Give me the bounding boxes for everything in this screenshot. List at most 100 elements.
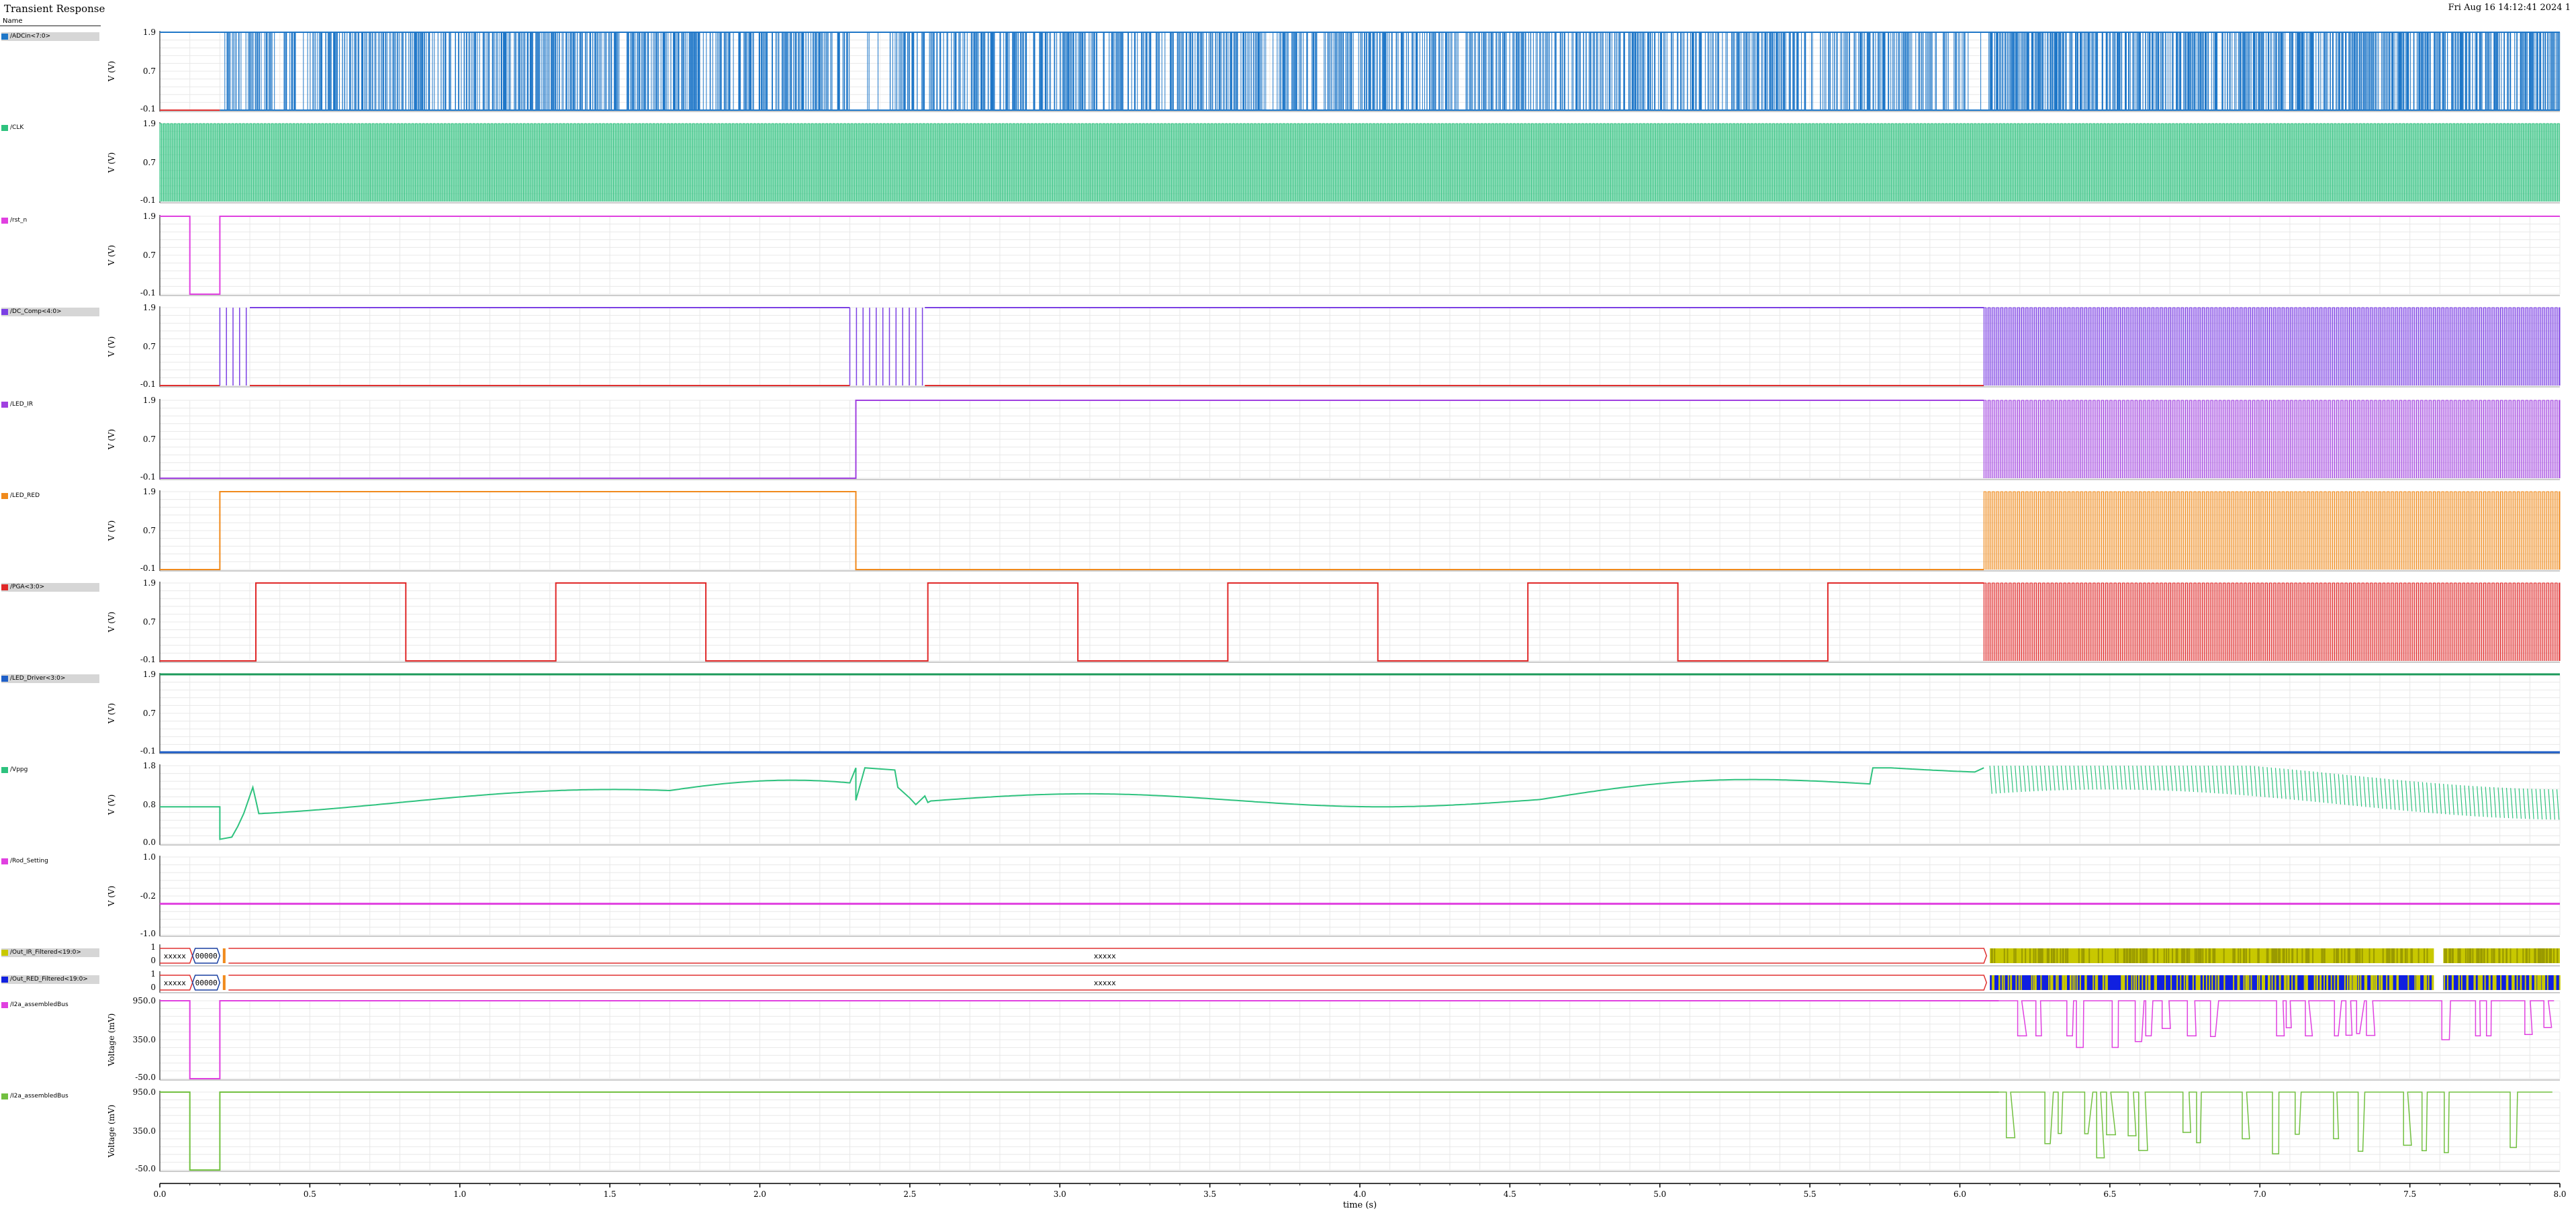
y-axis-label: V (V) (107, 612, 116, 633)
x-tick-label: 3.5 (1203, 1189, 1216, 1199)
y-tick-label: 1.0 (143, 852, 156, 862)
y-tick-label: -1.0 (140, 929, 156, 938)
panel-8: 1.8 0.8 0.0 V (V) (107, 761, 2561, 847)
x-tick-label: 0.0 (153, 1189, 166, 1199)
x-tick-label: 2.5 (903, 1189, 916, 1199)
panel-0: 1.9 0.7 -0.1 V (V) (107, 28, 2561, 114)
y-tick-label: 0.7 (143, 158, 156, 167)
panel-13: 950.0 350.0 -50.0 Voltage (mV) (107, 1087, 2561, 1173)
x-tick-label: 1.0 (453, 1189, 466, 1199)
bus-value-label: 00000 (195, 979, 218, 987)
bus-transition (222, 948, 226, 963)
y-tick-label: 1 (150, 942, 156, 952)
dense-fill (1984, 492, 2560, 570)
bus-value-label: xxxxx (1094, 952, 1116, 960)
waveform-plot: 1.9 0.7 -0.1 V (V) 1.9 0.7 -0.1 V (V) 1.9 0.7 -0.1… (107, 28, 2567, 1210)
y-axis-label: V (V) (107, 245, 116, 267)
x-tick-label: 7.0 (2254, 1189, 2266, 1199)
y-tick-label: 1.9 (143, 578, 156, 588)
y-axis-label: V (V) (107, 703, 116, 725)
panel-9: 1.0 -0.2 -1.0 V (V) (107, 852, 2561, 938)
time-axis: 0.0 0.5 1.0 1.5 2.0 2.5 3.0 3.5 4.0 4.5 5.0 5.5 6.0 6… (153, 1183, 2567, 1210)
y-tick-label: -0.1 (140, 104, 156, 114)
panel-5: 1.9 0.7 -0.1 V (V) (107, 487, 2561, 573)
analog-trace (160, 767, 1984, 840)
y-tick-label: 1.9 (143, 303, 156, 312)
y-axis-label: Voltage (mV) (107, 1105, 116, 1159)
panel-4: 1.9 0.7 -0.1 V (V) (107, 396, 2561, 482)
x-tick-label: 2.0 (753, 1189, 766, 1199)
y-tick-label: 0.7 (143, 709, 156, 718)
y-tick-label: -0.1 (140, 379, 156, 389)
panel-1: 1.9 0.7 -0.1 V (V) (107, 119, 2561, 205)
panel-2: 1.9 0.7 -0.1 V (V) (107, 212, 2561, 298)
y-axis-label: V (V) (107, 429, 116, 451)
dense-fill (1984, 583, 2560, 661)
y-tick-label: 1.9 (143, 28, 156, 37)
y-tick-label: 0.7 (143, 66, 156, 76)
x-tick-label: 6.5 (2103, 1189, 2116, 1199)
x-tick-label: 5.0 (1653, 1189, 1666, 1199)
y-tick-label: 1.9 (143, 487, 156, 496)
bus-value-label: xxxxx (164, 979, 186, 987)
panel-12: 950.0 350.0 -50.0 Voltage (mV) (107, 996, 2561, 1082)
x-tick-label: 0.5 (304, 1189, 316, 1199)
x-tick-label: 6.0 (1953, 1189, 1966, 1199)
y-tick-label: 0.0 (143, 838, 156, 847)
y-tick-label: 950.0 (133, 996, 156, 1005)
bus-gap (2434, 948, 2444, 963)
y-tick-label: 0 (150, 956, 156, 965)
panel-7: 1.9 0.7 -0.1 V (V) (107, 670, 2561, 756)
y-tick-label: -50.0 (135, 1073, 156, 1082)
y-tick-label: -50.0 (135, 1164, 156, 1173)
y-tick-label: 950.0 (133, 1087, 156, 1097)
y-tick-label: -0.1 (140, 472, 156, 482)
y-tick-label: 1.9 (143, 670, 156, 679)
x-tick-label: 7.5 (2403, 1189, 2416, 1199)
y-tick-label: -0.1 (140, 564, 156, 573)
clock-fill (160, 124, 2560, 201)
bus-gap (2434, 975, 2444, 990)
y-axis-label: V (V) (107, 521, 116, 542)
y-tick-label: 350.0 (133, 1035, 156, 1044)
y-tick-label: 0.7 (143, 435, 156, 444)
y-tick-label: 0.7 (143, 342, 156, 351)
y-tick-label: -0.1 (140, 746, 156, 756)
y-tick-label: -0.1 (140, 195, 156, 205)
x-tick-label: 4.5 (1504, 1189, 1516, 1199)
x-tick-label: 5.5 (1804, 1189, 1816, 1199)
x-tick-label: 3.0 (1054, 1189, 1066, 1199)
y-tick-label: 1.9 (143, 212, 156, 221)
y-tick-label: 0.7 (143, 251, 156, 260)
bus-value-label: xxxxx (1094, 979, 1116, 987)
y-tick-label: -0.1 (140, 288, 156, 298)
y-tick-label: -0.2 (140, 891, 156, 901)
bus-value-label: xxxxx (164, 952, 186, 960)
bus-transition (222, 975, 226, 990)
y-tick-label: 1.8 (143, 761, 156, 770)
panel-3: 1.9 0.7 -0.1 V (V) (107, 303, 2561, 389)
y-tick-label: 1.9 (143, 396, 156, 405)
y-tick-label: 0 (150, 983, 156, 992)
y-tick-label: 1 (150, 969, 156, 979)
y-tick-label: 0.8 (143, 800, 156, 809)
y-tick-label: 350.0 (133, 1126, 156, 1136)
y-tick-label: 0.7 (143, 617, 156, 627)
y-axis-label: V (V) (107, 336, 116, 358)
panel-11: 1 0 xxxxx 00000 xxxxx (150, 969, 2561, 993)
y-axis-label: V (V) (107, 795, 116, 816)
dense-fill (1984, 400, 2560, 478)
y-axis-label: V (V) (107, 61, 116, 83)
x-tick-label: 8.0 (2553, 1189, 2566, 1199)
x-axis-label: time (s) (1343, 1200, 1377, 1210)
y-axis-label: V (V) (107, 152, 116, 174)
bus-glitch-trace (1998, 1091, 2552, 1159)
y-tick-label: 1.9 (143, 119, 156, 128)
x-tick-label: 1.5 (604, 1189, 616, 1199)
y-axis-label: Voltage (mV) (107, 1014, 116, 1067)
bus-value-label: 00000 (195, 952, 218, 960)
y-tick-label: 0.7 (143, 526, 156, 535)
y-axis-label: V (V) (107, 886, 116, 907)
panel-6: 1.9 0.7 -0.1 V (V) (107, 578, 2561, 664)
bus-dense-transitions (1991, 975, 2561, 990)
